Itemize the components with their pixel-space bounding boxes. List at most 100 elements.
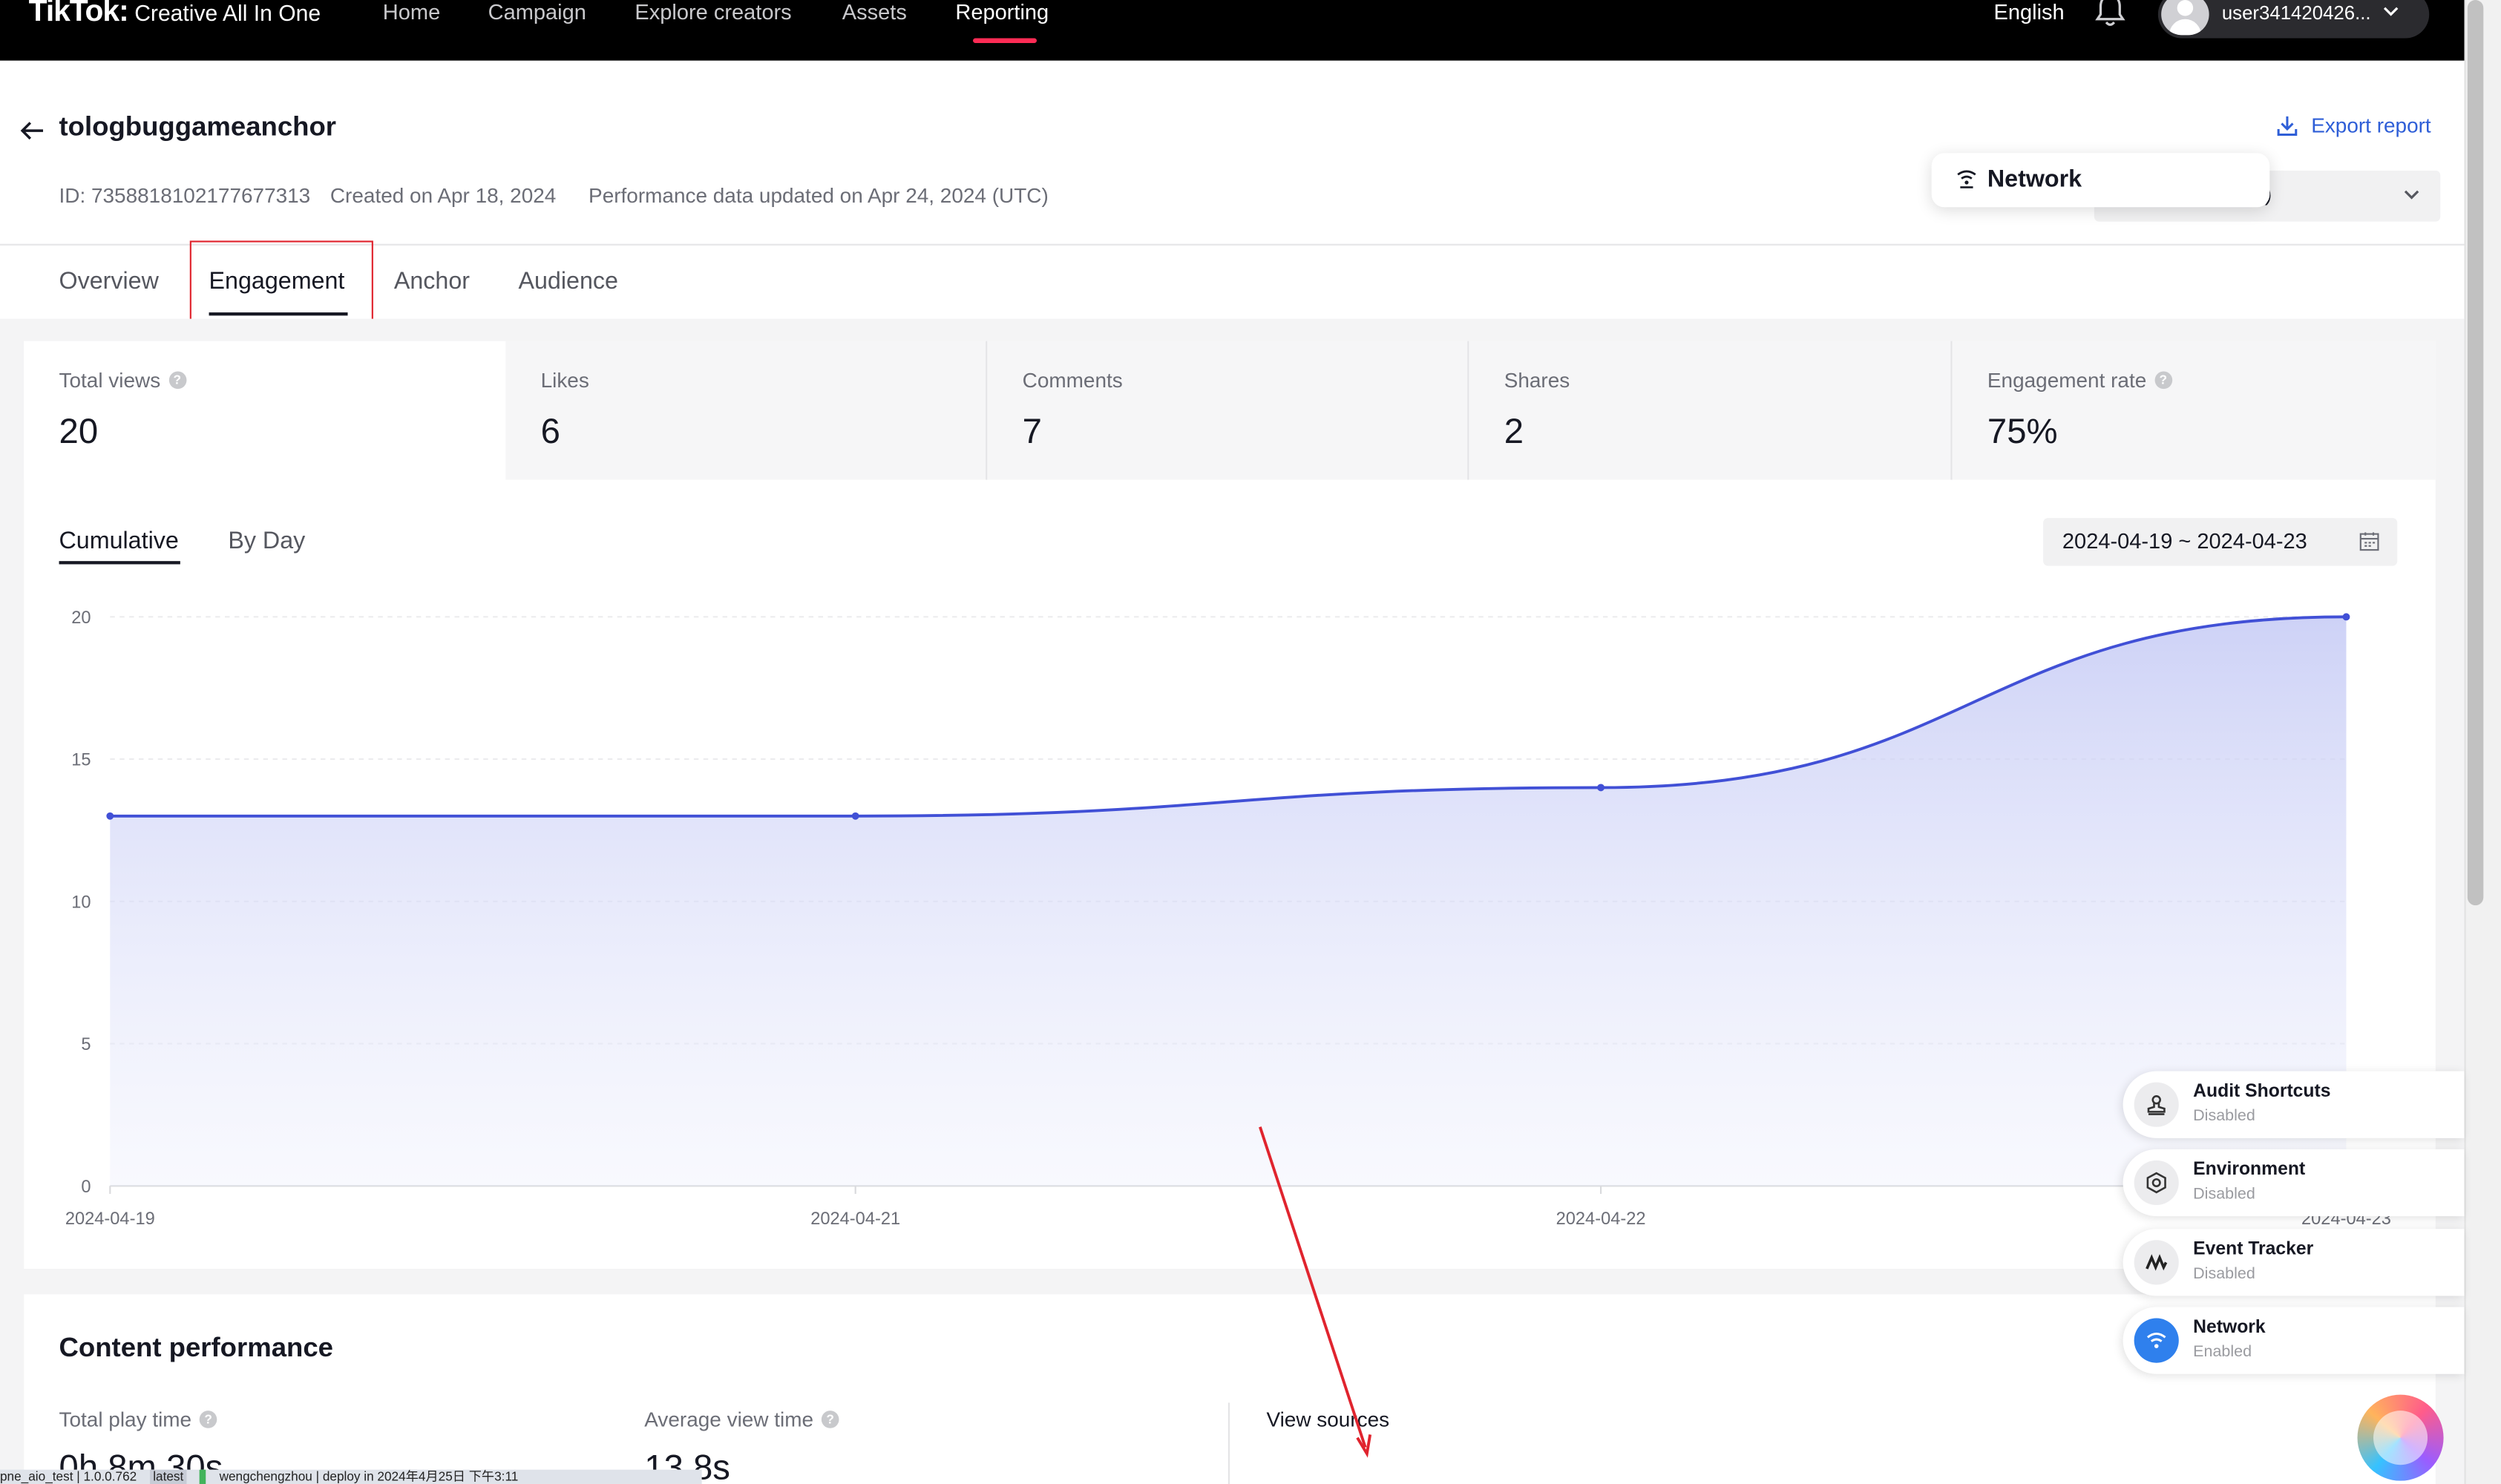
y-tick-label: 20 [71, 608, 91, 628]
chart-series [106, 613, 2350, 1186]
deploy-status-bar: pne_aio_test | 1.0.0.762 latest wengchen… [0, 1469, 702, 1484]
help-icon[interactable]: ? [168, 371, 186, 390]
data-point[interactable] [851, 812, 859, 820]
annotation-arrow [1259, 1126, 1372, 1458]
status-deploy: wengchengzhou | deploy in 2024年4月25日 下午3… [219, 1469, 519, 1484]
assistant-fab-button[interactable] [2357, 1394, 2444, 1481]
dev-item-name: Environment [2193, 1160, 2306, 1180]
top-nav: TikTok : Creative All In One Home Campai… [0, 0, 2465, 61]
tab-anchor[interactable]: Anchor [394, 268, 470, 295]
total-play-time-label: Total play time [59, 1407, 192, 1432]
dev-audit-shortcuts[interactable]: Audit Shortcuts Disabled [2123, 1071, 2465, 1138]
subtab-active-indicator [59, 561, 180, 565]
dev-network[interactable]: Network Enabled [2123, 1307, 2465, 1374]
date-range-value: 2024-04-19 ~ 2024-04-23 [2062, 529, 2307, 554]
data-point[interactable] [106, 812, 114, 820]
engagement-chart: 0 5 10 15 20 2024-04-19 2024-04-21 2024-04-22 2… [65, 608, 2391, 1229]
stamp-icon [2134, 1082, 2179, 1127]
x-axis: 2024-04-19 2024-04-21 2024-04-22 2024-04-23 [65, 1186, 2391, 1229]
tiktok-logo-colon: : [119, 0, 129, 29]
dev-item-name: Network [2193, 1318, 2266, 1338]
y-tick-label: 0 [81, 1178, 91, 1197]
metric-shares-value: 2 [1504, 411, 1524, 451]
nav-reporting[interactable]: Reporting [955, 0, 1049, 24]
y-tick-label: 15 [71, 751, 91, 770]
subtab-cumulative[interactable]: Cumulative [59, 528, 179, 555]
data-point[interactable] [2342, 613, 2350, 621]
metric-comments-value: 7 [1022, 411, 1042, 451]
export-report-label: Export report [2311, 113, 2431, 137]
data-point[interactable] [1597, 784, 1605, 792]
environment-icon [2134, 1160, 2179, 1206]
metric-comments-label: Comments [1022, 368, 1123, 393]
y-axis: 0 5 10 15 20 [71, 608, 91, 1197]
user-menu[interactable]: user341420426... [2157, 0, 2430, 39]
chevron-down-icon [2383, 7, 2399, 16]
export-report-button[interactable]: Export report [2276, 114, 2431, 137]
subtab-by-day[interactable]: By Day [228, 528, 305, 555]
dev-item-state: Disabled [2193, 1265, 2255, 1284]
dev-item-state: Disabled [2193, 1107, 2255, 1126]
tiktok-logo: TikTok [28, 0, 119, 29]
user-name: user341420426... [2221, 1, 2371, 24]
assistant-orb-icon [2373, 1411, 2428, 1465]
metric-shares[interactable]: Shares 2 [1469, 341, 1951, 480]
average-view-time-label: Average view time [644, 1407, 814, 1432]
help-icon[interactable]: ? [199, 1411, 217, 1428]
tab-audience[interactable]: Audience [518, 268, 617, 295]
total-play-time-label-row: Total play time ? [59, 1408, 217, 1431]
metric-label: Engagement rate ? [1987, 368, 2172, 392]
data-updated-date: Performance data updated on Apr 24, 2024… [589, 183, 1049, 208]
download-icon [2277, 115, 2298, 135]
series-area [110, 617, 2347, 1186]
nav-assets[interactable]: Assets [842, 0, 907, 24]
section-divider [1227, 1402, 1230, 1484]
metric-engagement-rate-value: 75% [1987, 411, 2058, 451]
nav-explore-creators[interactable]: Explore creators [635, 0, 791, 24]
scrollbar-thumb[interactable] [2467, 0, 2484, 906]
metric-likes-label: Likes [540, 368, 589, 393]
notification-bell-icon[interactable] [2093, 0, 2128, 29]
metric-total-views[interactable]: Total views ? 20 [24, 341, 505, 480]
x-tick-label: 2024-04-19 [65, 1209, 155, 1229]
metric-total-views-label: Total views [59, 368, 161, 393]
network-tooltip-label: Network [1987, 165, 2082, 193]
brand-logo[interactable]: TikTok : Creative All In One [29, 0, 321, 36]
language-selector[interactable]: English [1994, 0, 2065, 24]
dev-item-state: Disabled [2193, 1186, 2255, 1204]
metric-shares-label: Shares [1504, 368, 1570, 393]
tab-overview[interactable]: Overview [59, 268, 159, 295]
avatar [2161, 0, 2209, 36]
metric-engagement-rate[interactable]: Engagement rate ? 75% [1952, 341, 2436, 480]
back-arrow-icon[interactable] [18, 116, 47, 145]
x-tick-label: 2024-04-22 [1556, 1209, 1646, 1229]
help-icon[interactable]: ? [821, 1411, 839, 1428]
status-indicator [200, 1469, 206, 1484]
nav-campaign[interactable]: Campaign [488, 0, 586, 24]
content-performance-title: Content performance [59, 1332, 334, 1363]
average-view-time-label-row: Average view time ? [644, 1408, 839, 1431]
date-range-picker[interactable]: 2024-04-19 ~ 2024-04-23 [2043, 518, 2398, 566]
dev-item-state: Enabled [2193, 1343, 2252, 1362]
dev-event-tracker[interactable]: Event Tracker Disabled [2123, 1229, 2465, 1296]
metric-total-views-value: 20 [59, 411, 99, 451]
calendar-icon [2359, 532, 2379, 551]
product-name: Creative All In One [134, 0, 321, 26]
metric-engagement-rate-label: Engagement rate [1987, 368, 2147, 393]
created-date: Created on Apr 18, 2024 [330, 183, 557, 208]
metric-label: Total views ? [59, 368, 186, 392]
network-tooltip[interactable]: Network [1931, 153, 2270, 208]
nav-home[interactable]: Home [383, 0, 440, 24]
dev-environment[interactable]: Environment Disabled [2123, 1149, 2465, 1217]
wifi-icon [2134, 1318, 2179, 1363]
metric-likes[interactable]: Likes 6 [505, 341, 986, 480]
help-icon[interactable]: ? [2154, 371, 2172, 390]
chevron-down-icon [2404, 190, 2419, 200]
status-app: pne_aio_test | 1.0.0.762 [0, 1469, 137, 1484]
y-tick-label: 10 [71, 893, 91, 912]
y-tick-label: 5 [81, 1035, 91, 1054]
metric-likes-value: 6 [540, 411, 560, 451]
metric-comments[interactable]: Comments 7 [987, 341, 1468, 480]
wifi-icon [1957, 170, 1976, 188]
tracker-icon [2134, 1240, 2179, 1285]
